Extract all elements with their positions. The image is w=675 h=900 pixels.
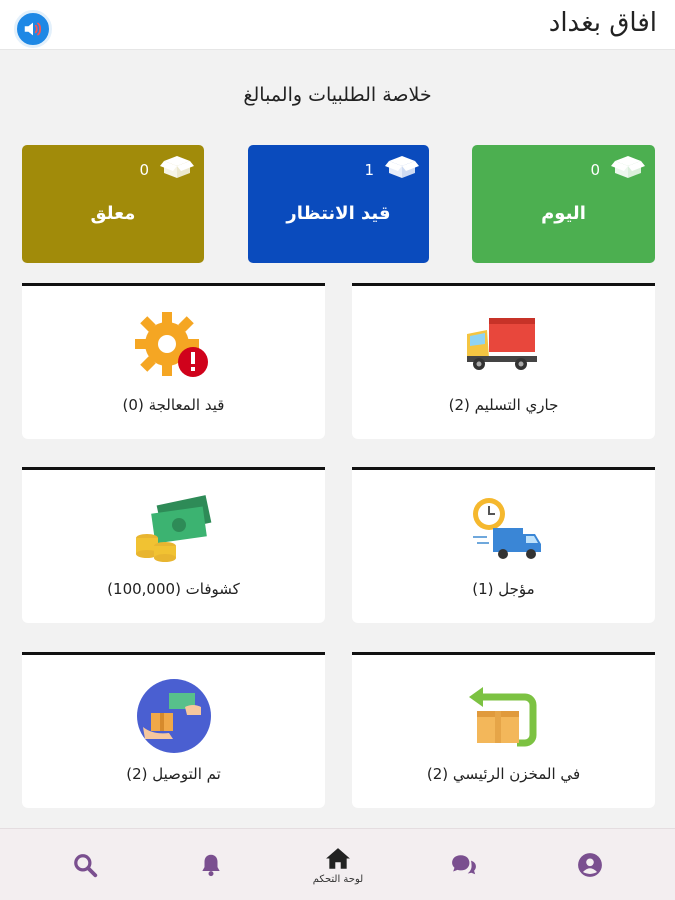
tile-label: جاري التسليم (2)	[448, 396, 559, 414]
speaker-button[interactable]	[14, 10, 52, 48]
tile-label: في المخزن الرئيسي (2)	[426, 765, 581, 783]
speaker-icon	[24, 22, 42, 36]
tile-statements[interactable]: كشوفات (100,000)	[22, 467, 325, 623]
nav-home-label: لوحة التحكم	[312, 873, 364, 885]
tile-label: تم التوصيل (2)	[126, 765, 221, 783]
tile-label: قيد المعالجة (0)	[122, 396, 225, 414]
warehouse-return-box-icon	[468, 687, 536, 747]
gear-alert-icon	[134, 312, 208, 377]
summary-card-waiting[interactable]: 1 قيد الانتظار	[248, 145, 429, 263]
summary-card-pending[interactable]: 0 معلق	[22, 145, 204, 263]
home-icon	[326, 847, 350, 869]
summary-count: 0	[139, 161, 149, 179]
summary-count: 1	[364, 161, 374, 179]
summary-count: 0	[590, 161, 600, 179]
tile-in-delivery[interactable]: جاري التسليم (2)	[352, 283, 655, 439]
nav-chat[interactable]	[424, 829, 504, 900]
money-coins-icon	[135, 495, 211, 562]
bottom-navigation: لوحة التحكم	[0, 828, 675, 900]
delayed-truck-clock-icon	[472, 498, 541, 559]
box-icon	[611, 156, 645, 178]
tile-main-warehouse[interactable]: في المخزن الرئيسي (2)	[352, 652, 655, 808]
summary-label: معلق	[90, 203, 136, 224]
nav-notifications[interactable]	[171, 829, 251, 900]
tile-delivered[interactable]: تم التوصيل (2)	[22, 652, 325, 808]
nav-search[interactable]	[45, 829, 125, 900]
delivery-truck-icon	[466, 318, 537, 370]
chat-bubbles-icon	[452, 855, 476, 875]
nav-home[interactable]: لوحة التحكم	[298, 829, 378, 900]
summary-card-today[interactable]: 0 اليوم	[472, 145, 655, 263]
nav-profile[interactable]	[550, 829, 630, 900]
bell-icon	[202, 854, 220, 877]
user-circle-icon	[578, 853, 602, 877]
search-icon	[74, 854, 98, 878]
box-icon	[385, 156, 419, 178]
tile-label: مؤجل (1)	[472, 580, 535, 598]
tile-label: كشوفات (100,000)	[107, 580, 240, 598]
tile-processing[interactable]: قيد المعالجة (0)	[22, 283, 325, 439]
summary-title: خلاصة الطلبيات والمبالغ	[243, 84, 432, 106]
summary-label: اليوم	[541, 203, 586, 224]
tile-postponed[interactable]: مؤجل (1)	[352, 467, 655, 623]
top-app-bar: افاق بغداد	[0, 0, 675, 50]
app-title: افاق بغداد	[548, 8, 657, 38]
box-icon	[160, 156, 194, 178]
hand-delivery-icon	[136, 679, 211, 753]
summary-label: قيد الانتظار	[286, 203, 391, 224]
